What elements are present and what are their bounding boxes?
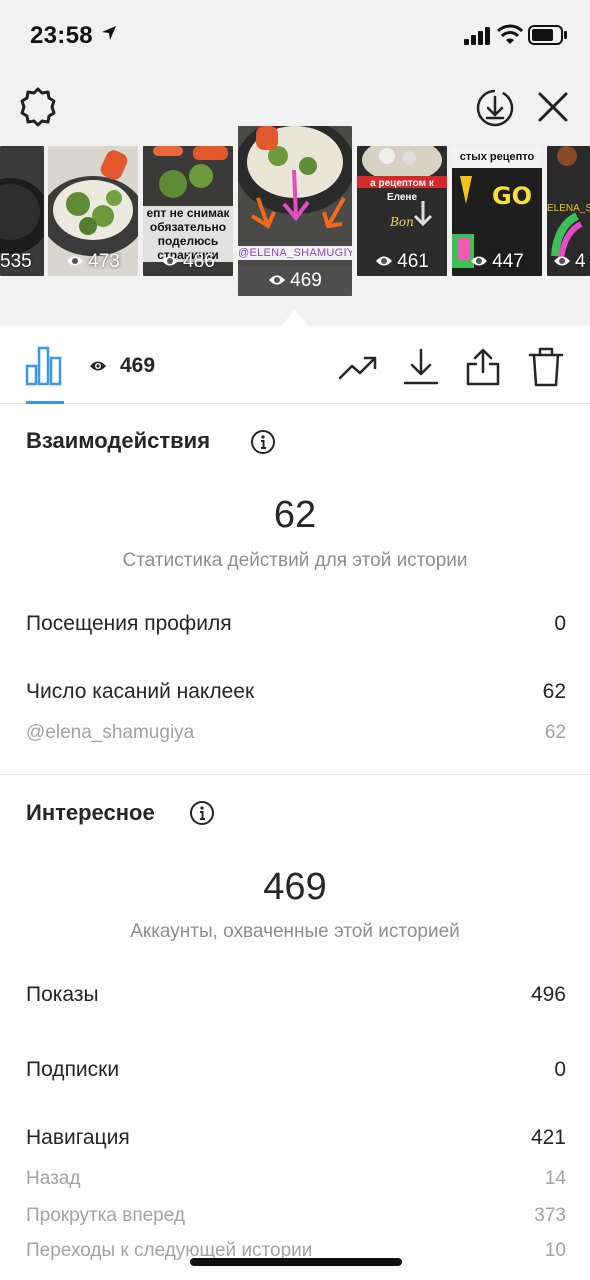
battery-icon: [528, 25, 567, 45]
eye-icon: [376, 256, 393, 266]
stat-value: 62: [544, 722, 566, 743]
story-overlay-text: а рецептом к Елене: [370, 178, 434, 203]
eye-icon: [67, 256, 84, 266]
wifi-icon: [497, 24, 523, 44]
bar-chart-icon[interactable]: [24, 346, 64, 386]
story-overlay-mention: @ELENA_SHAMUGIYA: [238, 246, 352, 260]
stat-label: Число касаний наклеек: [26, 680, 255, 703]
eye-icon: [90, 361, 106, 371]
svg-text:Bon: Bon: [389, 215, 414, 229]
interactions-caption: Статистика действий для этой истории: [122, 550, 468, 571]
stat-label: @elena_shamugiya: [26, 722, 195, 743]
eye-icon: [269, 275, 286, 285]
stat-label: Навигация: [26, 1126, 130, 1149]
stat-row-follows: Подписки 0: [26, 1058, 566, 1092]
section-divider: [0, 774, 590, 775]
status-time: 23:58: [30, 22, 93, 49]
story-thumbnails-strip: 535 473 епт не снимак обязательно поделю…: [0, 126, 590, 326]
trash-icon[interactable]: [525, 346, 567, 388]
stat-row-forward: Прокрутка вперед 373: [26, 1205, 566, 1239]
insights-toolbar: 469: [0, 326, 590, 404]
stat-value: 373: [534, 1205, 566, 1226]
story-overlay-text: ELENA_SHA: [547, 203, 590, 214]
stat-row-mention[interactable]: @elena_shamugiya 62: [26, 722, 566, 756]
stat-value: 421: [530, 1126, 566, 1149]
story-views: 4: [547, 251, 590, 273]
story-overlay-text: стых рецепто: [459, 151, 535, 163]
views-count: 469: [120, 354, 156, 377]
story-thumbnail[interactable]: ELENA_SHA 4: [547, 146, 590, 276]
story-views: 469: [238, 266, 352, 296]
discovery-title: Интересное: [26, 800, 155, 825]
story-views: 447: [452, 251, 542, 273]
home-indicator[interactable]: [190, 1258, 402, 1266]
stat-label: Подписки: [26, 1058, 120, 1081]
svg-text:GO: GO: [492, 182, 532, 210]
stat-row-impressions: Показы 496: [26, 983, 566, 1017]
share-icon[interactable]: [462, 346, 504, 388]
stat-value: 0: [554, 1058, 566, 1081]
selected-story-pointer: [281, 310, 309, 326]
stat-label: Посещения профиля: [26, 612, 232, 635]
story-views: 473: [48, 251, 138, 273]
stat-row-next-story: Переходы к следующей истории 10: [26, 1240, 566, 1274]
close-icon[interactable]: [534, 88, 572, 126]
story-thumbnail[interactable]: GO стых рецепто 447: [452, 146, 542, 276]
cellular-signal-icon: [464, 27, 490, 45]
stat-row-back: Назад 14: [26, 1168, 566, 1202]
interactions-total: 62: [273, 494, 317, 536]
stat-row-sticker-taps: Число касаний наклеек 62: [26, 680, 566, 714]
download-icon[interactable]: [400, 346, 442, 388]
stat-row-navigation: Навигация 421: [26, 1126, 566, 1160]
stat-value: 14: [544, 1168, 566, 1189]
story-views: 486: [143, 251, 233, 273]
stat-value: 62: [542, 680, 566, 703]
story-views: 535: [0, 251, 32, 272]
download-circle-icon[interactable]: [474, 87, 516, 129]
location-arrow-icon: [102, 26, 116, 40]
story-thumbnail[interactable]: епт не снимак обязательно поделюсь стран…: [143, 146, 233, 276]
stat-label: Показы: [26, 983, 99, 1006]
stat-value: 496: [530, 983, 566, 1006]
story-thumbnail-selected[interactable]: @ELENA_SHAMUGIYA 469: [238, 126, 352, 296]
status-bar: 23:58: [0, 0, 590, 72]
story-thumbnail[interactable]: 535: [0, 146, 44, 276]
top-area: 23:58 535 473 епт не снимак обязательно …: [0, 0, 590, 326]
stat-label: Прокрутка вперед: [26, 1205, 185, 1226]
active-tab-indicator: [26, 401, 64, 404]
stat-value: 10: [544, 1240, 566, 1261]
story-views: 461: [357, 251, 447, 273]
eye-icon: [162, 256, 179, 266]
stat-row-profile-visits: Посещения профиля 0: [26, 612, 566, 646]
stat-label: Назад: [26, 1168, 81, 1189]
discovery-caption: Аккаунты, охваченные этой историей: [130, 921, 460, 942]
stat-value: 0: [554, 612, 566, 635]
trending-up-icon[interactable]: [337, 346, 379, 388]
story-thumbnail[interactable]: 473: [48, 146, 138, 276]
settings-gear-icon[interactable]: [17, 86, 59, 128]
story-thumbnail[interactable]: Bon а рецептом к Елене 461: [357, 146, 447, 276]
discovery-total: 469: [263, 866, 327, 908]
eye-icon: [554, 256, 570, 266]
eye-icon: [471, 256, 488, 266]
info-icon[interactable]: [189, 800, 215, 826]
info-icon[interactable]: [250, 429, 276, 455]
interactions-title: Взаимодействия: [26, 428, 211, 453]
